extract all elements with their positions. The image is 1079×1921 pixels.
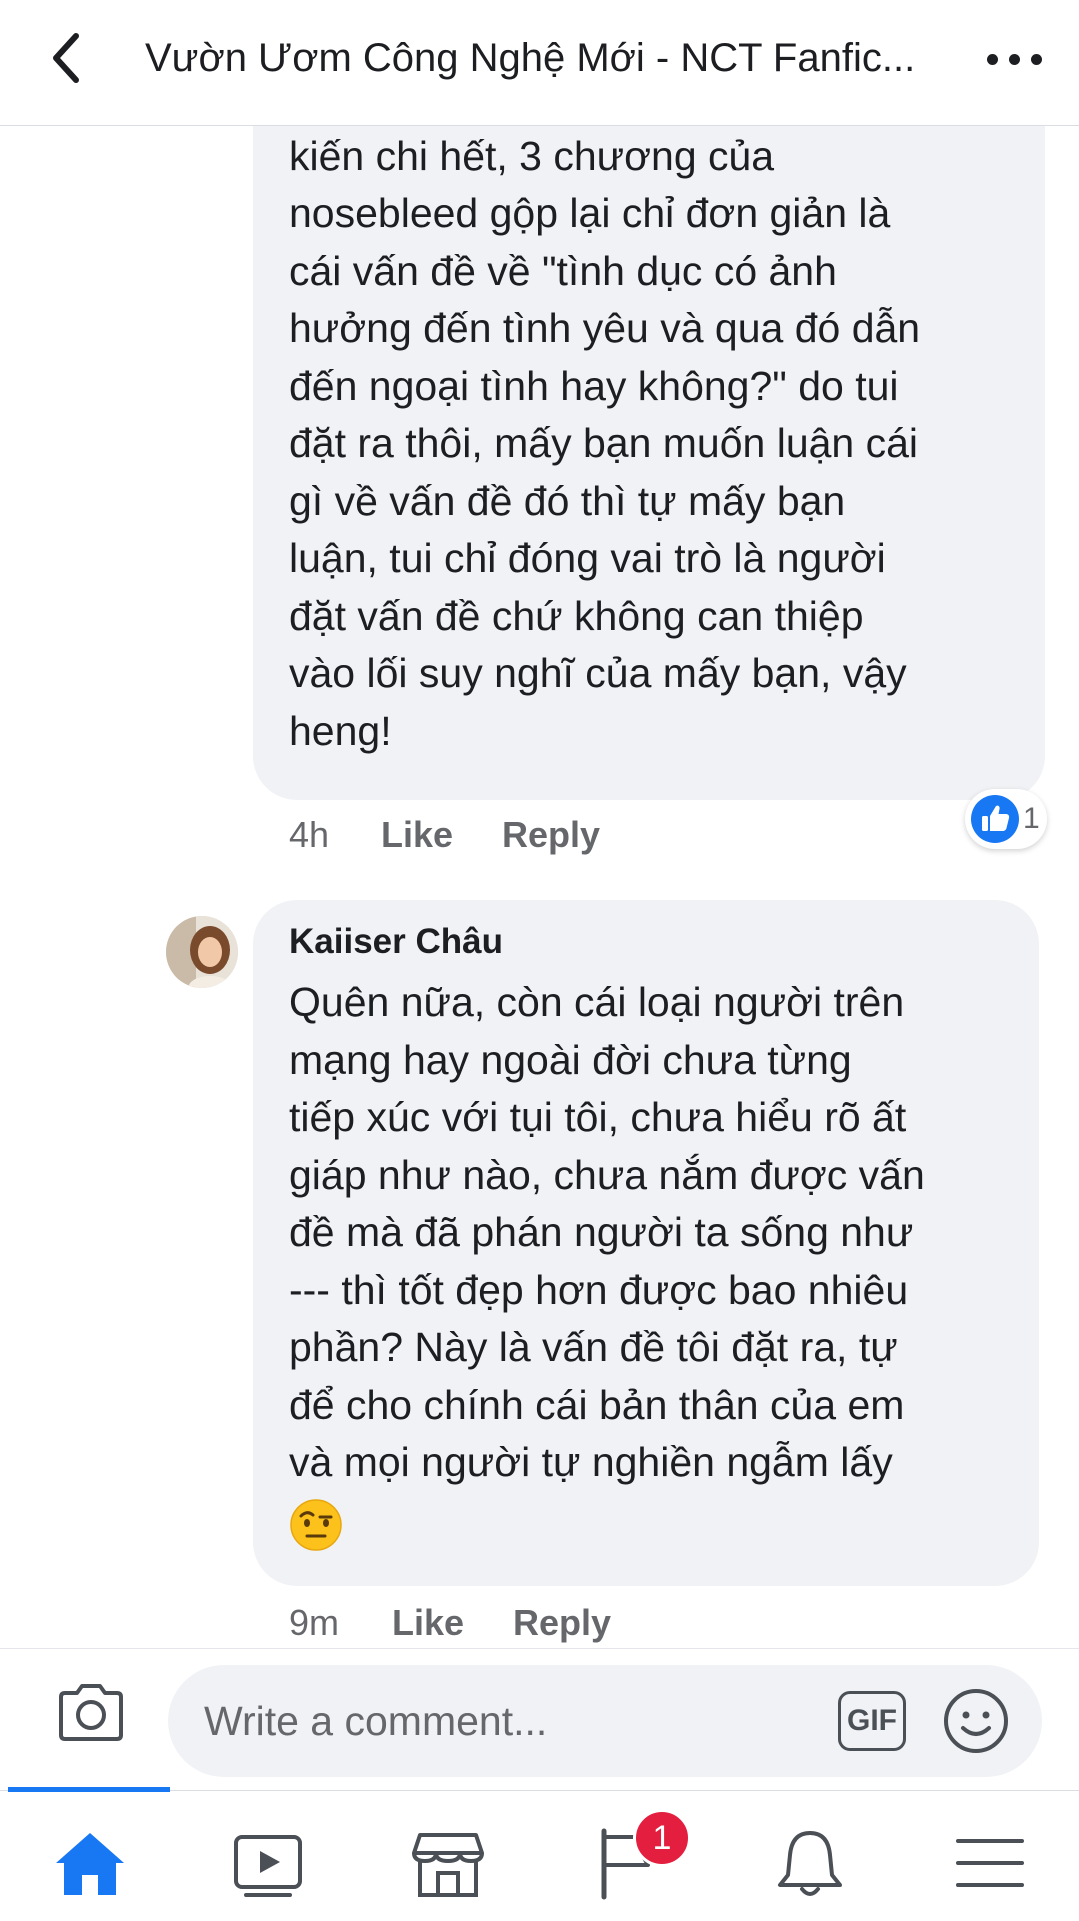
comment-bubble: dục của mọi người. Tui chẳng có ý kiến c… [253,126,1045,800]
comment-text: dục của mọi người. Tui chẳng có ý kiến c… [289,132,921,754]
menu-icon[interactable] [950,1823,1030,1903]
home-icon[interactable] [50,1823,130,1903]
like-button[interactable]: Like [392,1598,464,1646]
comment-time: 9m [289,1602,340,1643]
avatar[interactable] [166,916,238,988]
top-bar: Vườn Ươm Công Nghệ Mới - NCT Fanfic... [0,0,1079,126]
raised-eyebrow-emoji [289,1498,343,1552]
comment-time: 4h [289,814,330,855]
watch-icon[interactable] [228,1823,308,1903]
active-tab-indicator [8,1787,170,1792]
emoji-icon[interactable] [942,1687,1010,1755]
comment-actions: 4h Like Reply [289,810,689,860]
gif-button[interactable]: GIF [838,1691,906,1751]
bottom-nav: 1 [0,1787,1079,1921]
comment-text: Quên nữa, còn cái loại người trên mạng h… [289,979,925,1485]
like-button[interactable]: Like [381,810,453,860]
comments-feed[interactable]: dục của mọi người. Tui chẳng có ý kiến c… [0,126,1079,1646]
reply-button[interactable]: Reply [502,810,600,860]
notifications-icon[interactable] [770,1823,850,1903]
notification-badge: 1 [633,1809,691,1867]
comment-author[interactable]: Kaiiser Châu [289,922,999,962]
like-icon [971,795,1019,843]
reaction-summary[interactable]: 1 [965,789,1047,849]
reaction-count: 1 [1023,802,1040,835]
more-options-icon[interactable] [985,38,1045,78]
camera-icon[interactable] [55,1681,127,1743]
comment-actions: 9m Like Reply [289,1598,689,1646]
comment-input[interactable] [168,1665,1042,1777]
page-title[interactable]: Vườn Ươm Công Nghệ Mới - NCT Fanfic... [145,30,945,86]
reply-button[interactable]: Reply [513,1598,611,1646]
comment-bubble: Kaiiser Châu Quên nữa, còn cái loại ngườ… [253,900,1039,1586]
back-icon[interactable] [44,28,94,88]
marketplace-icon[interactable] [408,1823,488,1903]
comment-composer: GIF [0,1648,1079,1779]
